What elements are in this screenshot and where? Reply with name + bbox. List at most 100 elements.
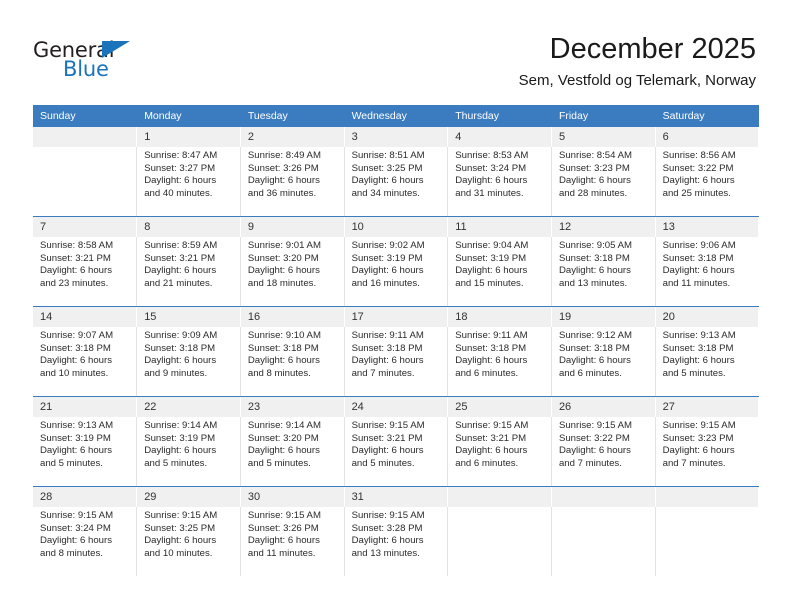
day-number-19[interactable]: 19 [550,307,656,327]
daylight-text-line1: Daylight: 6 hours [455,355,528,367]
sunrise-text: Sunrise: 9:12 AM [558,330,632,341]
day-number-11[interactable]: 11 [447,217,552,237]
daylight-text-line2: and 6 minutes. [455,457,519,469]
sunrise-text: Sunrise: 9:09 AM [144,330,218,341]
sunset-text: Sunset: 3:28 PM [351,522,423,534]
weekday-header-thursday: Thursday [447,105,552,127]
week-1-detail-row: Sunrise: 8:47 AM Sunset: 3:27 PM Dayligh… [33,147,759,216]
day-detail-18: Sunrise: 9:11 AM Sunset: 3:18 PM Dayligh… [447,327,552,396]
page-title: December 2025 [549,33,756,65]
weekday-header-row: Sunday Monday Tuesday Wednesday Thursday… [33,105,759,127]
sunrise-text: Sunrise: 8:49 AM [247,150,321,161]
sunset-text: Sunset: 3:22 PM [558,432,630,444]
day-detail-empty [33,147,137,216]
sunset-text: Sunset: 3:18 PM [662,252,734,264]
sunrise-text: Sunrise: 9:13 AM [662,330,736,341]
sunset-text: Sunset: 3:20 PM [247,252,319,264]
daylight-text-line1: Daylight: 6 hours [455,265,528,277]
triangle-icon [102,41,130,58]
day-number-7[interactable]: 7 [33,217,138,237]
logo-text-blue: Blue [63,57,109,81]
day-number-21[interactable]: 21 [33,397,138,417]
sunrise-text: Sunrise: 9:11 AM [351,330,424,341]
sunrise-text: Sunrise: 9:15 AM [662,420,736,431]
day-number-12[interactable]: 12 [550,217,656,237]
day-number-17[interactable]: 17 [343,307,449,327]
daylight-text-line1: Daylight: 6 hours [247,265,320,277]
day-number-31[interactable]: 31 [343,487,449,507]
daylight-text-line2: and 5 minutes. [247,457,311,469]
sunrise-text: Sunrise: 9:15 AM [247,510,321,521]
sunset-text: Sunset: 3:18 PM [662,342,734,354]
daylight-text-line1: Daylight: 6 hours [558,445,631,457]
day-number-3[interactable]: 3 [343,127,449,147]
sunset-text: Sunset: 3:19 PM [144,432,216,444]
day-number-24[interactable]: 24 [343,397,449,417]
day-number-13[interactable]: 13 [654,217,760,237]
daylight-text-line2: and 10 minutes. [144,547,213,559]
day-number-23[interactable]: 23 [239,397,345,417]
general-blue-logo[interactable]: General Blue [33,38,173,86]
day-number-5[interactable]: 5 [550,127,656,147]
daylight-text-line2: and 7 minutes. [558,457,622,469]
day-detail-5: Sunrise: 8:54 AM Sunset: 3:23 PM Dayligh… [550,147,656,216]
day-number-9[interactable]: 9 [239,217,345,237]
daylight-text-line2: and 8 minutes. [40,547,103,559]
daylight-text-line2: and 6 minutes. [558,367,622,379]
sunrise-text: Sunrise: 9:14 AM [247,420,321,431]
day-detail-26: Sunrise: 9:15 AM Sunset: 3:22 PM Dayligh… [550,417,656,486]
day-number-14[interactable]: 14 [33,307,138,327]
day-detail-15: Sunrise: 9:09 AM Sunset: 3:18 PM Dayligh… [136,327,241,396]
week-3-detail-row: Sunrise: 9:07 AM Sunset: 3:18 PM Dayligh… [33,327,759,396]
day-detail-10: Sunrise: 9:02 AM Sunset: 3:19 PM Dayligh… [343,237,448,306]
daylight-text-line2: and 13 minutes. [558,277,628,289]
day-number-15[interactable]: 15 [136,307,241,327]
sunset-text: Sunset: 3:18 PM [40,342,111,354]
daylight-text-line1: Daylight: 6 hours [662,265,735,277]
day-number-10[interactable]: 10 [343,217,449,237]
sunset-text: Sunset: 3:20 PM [247,432,319,444]
day-number-2[interactable]: 2 [239,127,345,147]
day-detail-31: Sunrise: 9:15 AM Sunset: 3:28 PM Dayligh… [343,507,448,576]
daylight-text-line2: and 40 minutes. [144,187,213,199]
day-number-16[interactable]: 16 [239,307,345,327]
day-number-25[interactable]: 25 [447,397,552,417]
daylight-text-line2: and 21 minutes. [144,277,213,289]
week-1-daynum-row: 1 2 3 4 5 6 [33,127,760,147]
day-number-27[interactable]: 27 [654,397,760,417]
sunrise-text: Sunrise: 8:54 AM [558,150,632,161]
day-number-29[interactable]: 29 [136,487,241,507]
week-5-daynum-row: 28 29 30 31 [33,487,760,507]
day-number-8[interactable]: 8 [136,217,241,237]
sunset-text: Sunset: 3:22 PM [662,162,734,174]
daylight-text-line1: Daylight: 6 hours [662,355,735,367]
day-number-6[interactable]: 6 [654,127,760,147]
daylight-text-line2: and 31 minutes. [455,187,524,199]
day-detail-20: Sunrise: 9:13 AM Sunset: 3:18 PM Dayligh… [654,327,759,396]
day-number-22[interactable]: 22 [136,397,241,417]
calendar-page: General Blue December 2025 Sem, Vestfold… [0,0,792,612]
daylight-text-line1: Daylight: 6 hours [455,175,528,187]
sunrise-text: Sunrise: 9:15 AM [351,420,425,431]
sunrise-text: Sunrise: 9:13 AM [40,420,114,431]
daylight-text-line2: and 11 minutes. [247,547,316,559]
day-number-28[interactable]: 28 [33,487,138,507]
daylight-text-line1: Daylight: 6 hours [351,535,424,547]
day-number-18[interactable]: 18 [447,307,552,327]
day-detail-16: Sunrise: 9:10 AM Sunset: 3:18 PM Dayligh… [239,327,345,396]
day-number-1[interactable]: 1 [136,127,241,147]
daylight-text-line2: and 11 minutes. [662,277,731,289]
daylight-text-line2: and 7 minutes. [351,367,415,379]
day-number-20[interactable]: 20 [654,307,760,327]
day-number-30[interactable]: 30 [239,487,345,507]
day-detail-27: Sunrise: 9:15 AM Sunset: 3:23 PM Dayligh… [654,417,759,486]
day-number-26[interactable]: 26 [550,397,656,417]
sunset-text: Sunset: 3:18 PM [558,342,630,354]
daylight-text-line1: Daylight: 6 hours [247,445,320,457]
daylight-text-line1: Daylight: 6 hours [144,355,217,367]
page-header: General Blue December 2025 Sem, Vestfold… [0,0,792,100]
title-block: December 2025 Sem, Vestfold og Telemark,… [519,32,756,91]
daylight-text-line1: Daylight: 6 hours [247,535,320,547]
day-number-4[interactable]: 4 [447,127,552,147]
daylight-text-line2: and 8 minutes. [247,367,311,379]
